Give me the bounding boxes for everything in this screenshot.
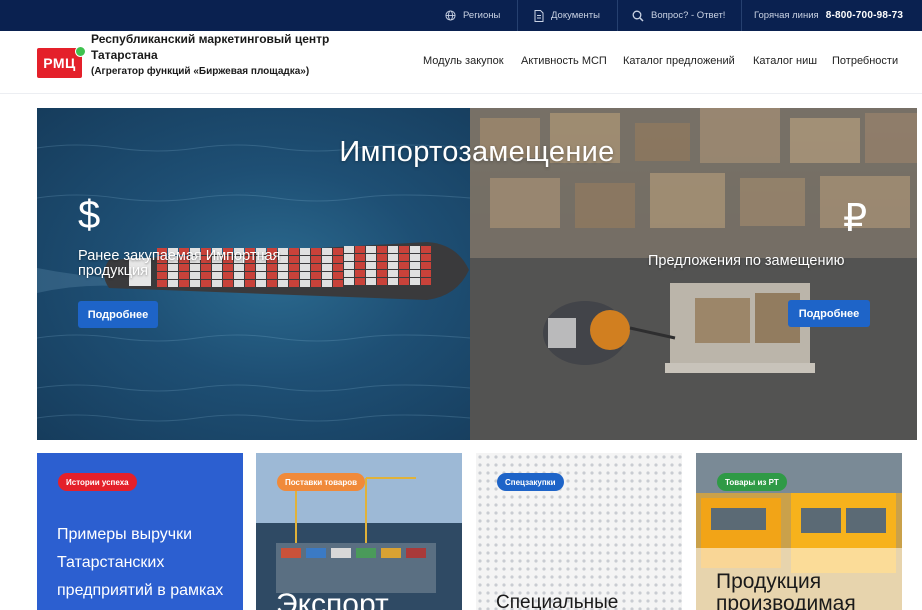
- export-card[interactable]: Поставки товаров Экспорт: [256, 453, 462, 610]
- nav-niches-catalog[interactable]: Каталог ниш: [753, 55, 817, 67]
- replacement-details-button[interactable]: Подробнее: [788, 300, 870, 327]
- card-tag: Истории успеха: [58, 473, 137, 491]
- faq-label: Вопрос? - Ответ!: [651, 10, 726, 21]
- card-tag: Поставки товаров: [277, 473, 366, 491]
- ruble-icon: ₽: [843, 198, 868, 240]
- nav-offers-catalog[interactable]: Каталог предложений: [623, 55, 735, 67]
- card-tag: Спецзакупки: [497, 473, 564, 491]
- success-stories-card[interactable]: Истории успеха Примеры выручки Татарстан…: [37, 453, 243, 610]
- logo-status-dot: [75, 46, 86, 57]
- divider: [517, 0, 518, 31]
- replacement-offers-text: Предложения по замещению: [648, 253, 845, 269]
- imported-products-text: Ранее закупаемая Импортная продукция: [78, 248, 281, 279]
- card-title: Примеры выручки Татарстанских предприяти…: [57, 526, 224, 599]
- hotline-phone[interactable]: 8-800-700-98-73: [826, 10, 904, 21]
- org-subtitle: (Агрегатор функций «Биржевая площадка»): [91, 66, 310, 77]
- special-procurement-card[interactable]: Спецзакупки Специальные: [476, 453, 682, 610]
- nav-procurement-module[interactable]: Модуль закупок: [423, 55, 504, 67]
- hotline-label: Горячая линия: [754, 10, 819, 21]
- dollar-icon: $: [78, 193, 101, 237]
- tatarstan-goods-card[interactable]: Товары из РТ Продукция производимая: [696, 453, 902, 610]
- card-title: Экспорт: [276, 588, 389, 610]
- documents-label: Документы: [551, 10, 600, 21]
- regions-label: Регионы: [463, 10, 501, 21]
- nav-needs[interactable]: Потребности: [832, 55, 898, 67]
- card-tag: Товары из РТ: [717, 473, 787, 491]
- banner-title: Импортозамещение: [339, 136, 615, 168]
- site-header: РМЦ Республиканский маркетинговый центр …: [0, 31, 922, 94]
- globe-icon: [445, 10, 456, 21]
- nav-msp-activity[interactable]: Активность МСП: [521, 55, 607, 67]
- regions-link[interactable]: Регионы: [445, 0, 500, 31]
- top-bar: Регионы Документы Вопрос? - Ответ! Горяч…: [0, 0, 922, 31]
- card-title: Продукция производимая: [716, 570, 856, 610]
- org-name: Республиканский маркетинговый центр Тата…: [91, 32, 330, 62]
- divider: [741, 0, 742, 31]
- organization-title: Республиканский маркетинговый центр Тата…: [91, 32, 331, 79]
- card-title: Специальные: [496, 592, 619, 610]
- hotline: Горячая линия 8-800-700-98-73: [754, 0, 903, 31]
- documents-link[interactable]: Документы: [534, 0, 600, 31]
- divider: [617, 0, 618, 31]
- document-icon: [534, 9, 544, 22]
- search-icon: [632, 10, 644, 22]
- imported-details-button[interactable]: Подробнее: [78, 301, 158, 328]
- faq-link[interactable]: Вопрос? - Ответ!: [632, 0, 725, 31]
- import-substitution-banner: Импортозамещение $ Ранее закупаемая Импо…: [37, 108, 917, 440]
